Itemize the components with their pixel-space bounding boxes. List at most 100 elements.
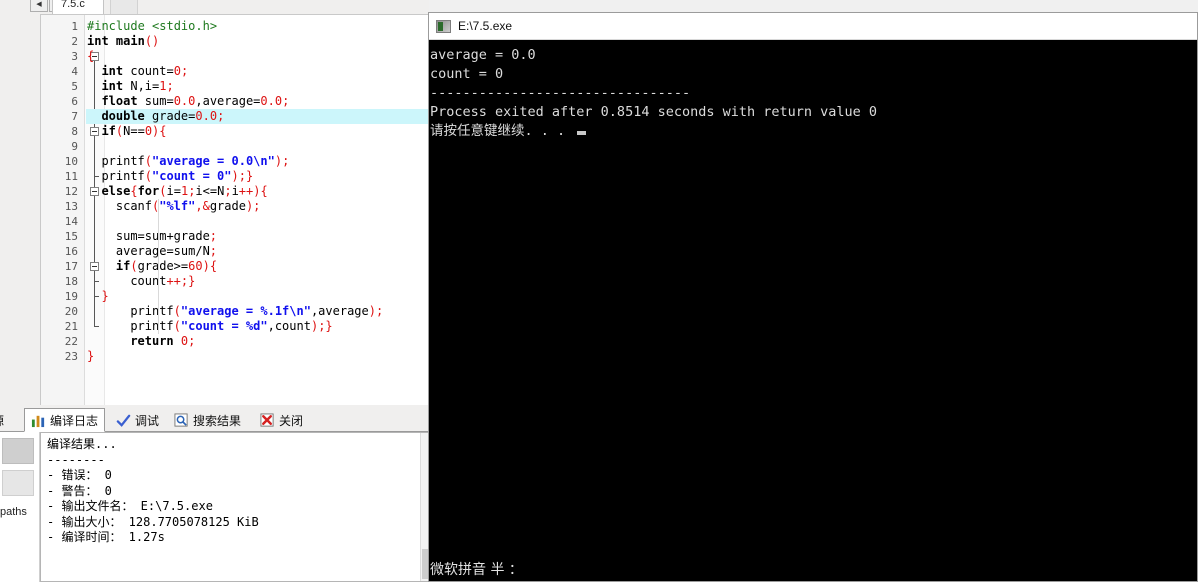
code-token: 0.0: [173, 94, 196, 108]
bottom-tab-0[interactable]: 源: [0, 408, 10, 432]
code-token: int: [87, 34, 109, 48]
code-line[interactable]: }: [101, 289, 108, 304]
code-token: "average = 0.0\n": [152, 154, 275, 168]
line-number: 15: [64, 230, 78, 243]
compile-log-text: 编译结果... -------- - 错误： 0 - 警告： 0 - 输出文件名…: [47, 437, 259, 544]
code-line[interactable]: {: [87, 49, 94, 64]
code-token: }: [87, 349, 95, 363]
line-number: 14: [64, 215, 78, 228]
line-number: 16: [64, 245, 78, 258]
code-line[interactable]: sum=sum+grade;: [116, 229, 217, 244]
bottom-tab-2[interactable]: 调试: [110, 408, 165, 432]
code-token: "count = %d": [180, 319, 268, 333]
code-line[interactable]: printf("count = 0");}: [101, 169, 253, 184]
console-window[interactable]: E:\7.5.exe average = 0.0 count = 0 -------…: [428, 12, 1198, 582]
editor-tab-7-5-c[interactable]: 7.5.c: [52, 0, 104, 14]
line-number: 1: [71, 20, 78, 33]
code-line[interactable]: printf("average = %.1f\n",average);: [130, 304, 383, 319]
console-line: count = 0: [430, 66, 504, 82]
bottom-panel-tabs[interactable]: 源 编译日志 调试 搜索结果 关闭: [0, 406, 429, 432]
line-number: 3: [71, 50, 78, 63]
ide-window: ◀ ▶ 7.5.c 123456789101112131415161718192…: [0, 0, 429, 582]
code-token: ;: [224, 184, 232, 198]
code-line[interactable]: }: [87, 349, 94, 364]
console-app-icon: [436, 19, 451, 33]
code-token: ,count: [267, 319, 311, 333]
code-token: );}: [310, 319, 333, 333]
code-editor[interactable]: 1 2 3 4 5 6 7 8 9 10 11 12 13 14 15 16 17 18 19 20 21 22 23 #i…: [40, 14, 429, 405]
code-line[interactable]: #include <stdio.h>: [87, 19, 217, 34]
code-line[interactable]: average=sum/N;: [116, 244, 217, 259]
line-number: 19: [64, 290, 78, 303]
code-token: "%lf": [159, 199, 196, 213]
code-token: (: [173, 319, 181, 333]
code-token: {: [130, 184, 138, 198]
stub-button-upper[interactable]: [2, 438, 34, 464]
code-token: grade=: [144, 109, 196, 123]
stub-button-lower[interactable]: [2, 470, 34, 496]
code-token: i<=N: [195, 184, 225, 198]
code-token: <stdio.h>: [152, 19, 218, 33]
code-line[interactable]: if(N==0){: [101, 124, 166, 139]
tab-nav-back-icon[interactable]: ◀: [30, 0, 48, 12]
code-token: i=: [166, 184, 181, 198]
code-line[interactable]: scanf("%lf",&grade);: [116, 199, 261, 214]
line-number: 5: [71, 80, 78, 93]
code-token: grade: [209, 199, 246, 213]
line-number: 13: [64, 200, 78, 213]
code-token: printf: [130, 304, 174, 318]
code-token: {: [87, 49, 95, 63]
code-line[interactable]: float sum=0.0,average=0.0;: [101, 94, 289, 109]
bottom-tab-label: 源: [0, 412, 4, 429]
line-number: 12: [64, 185, 78, 198]
code-line[interactable]: printf("count = %d",count);}: [130, 319, 332, 334]
line-number: 23: [64, 350, 78, 363]
code-token: count: [130, 274, 167, 288]
bottom-tab-3[interactable]: 搜索结果: [168, 408, 247, 432]
code-token: grade>=: [137, 259, 189, 273]
code-token: ++: [238, 184, 254, 198]
code-token: );: [368, 304, 384, 318]
code-token: 60: [188, 259, 203, 273]
code-line[interactable]: if(grade>=60){: [116, 259, 217, 274]
editor-tab-spare[interactable]: [110, 0, 138, 14]
code-token: N==: [123, 124, 145, 138]
code-token: double: [101, 109, 145, 123]
code-line[interactable]: count++;}: [130, 274, 195, 289]
code-token: ){: [202, 259, 218, 273]
code-token: (: [173, 304, 181, 318]
code-token: if: [115, 259, 131, 273]
console-output[interactable]: average = 0.0 count = 0 ------------------…: [429, 40, 1197, 581]
line-number: 10: [64, 155, 78, 168]
indent-guide: [157, 199, 159, 334]
code-token: ++;}: [166, 274, 196, 288]
code-line[interactable]: double grade=0.0;: [101, 109, 224, 124]
code-text-area[interactable]: #include <stdio.h> int main(){int count=0…: [86, 15, 429, 405]
console-line: --------------------------------: [430, 85, 691, 101]
code-line[interactable]: return 0;: [130, 334, 195, 349]
console-title-bar[interactable]: E:\7.5.exe: [429, 13, 1197, 40]
code-token: (: [130, 259, 138, 273]
code-token: scanf: [115, 199, 152, 213]
code-token: (): [144, 34, 160, 48]
console-title-text: E:\7.5.exe: [458, 19, 513, 33]
bottom-tab-1[interactable]: 编译日志: [24, 408, 106, 432]
compile-log-panel[interactable]: 编译结果... -------- - 错误： 0 - 警告： 0 - 输出文件名…: [40, 432, 429, 582]
code-token: 0: [144, 124, 153, 138]
console-prompt-line: 请按任意键继续. . .: [430, 122, 1197, 141]
close-red-icon: [260, 412, 275, 428]
screen: ◀ ▶ 7.5.c 123456789101112131415161718192…: [0, 0, 1198, 582]
code-line[interactable]: int N,i=1;: [101, 79, 173, 94]
code-line[interactable]: int main(): [87, 34, 159, 49]
code-token: return: [130, 334, 174, 348]
code-token: ,: [195, 199, 203, 213]
code-line[interactable]: else{for(i=1;i<=N;i++){: [101, 184, 267, 199]
bottom-tab-4[interactable]: 关闭: [254, 408, 309, 432]
code-token: );: [245, 199, 261, 213]
compile-log-icon: [31, 413, 46, 428]
code-line[interactable]: printf("average = 0.0\n");: [101, 154, 289, 169]
left-stub-panel-top: [0, 14, 40, 405]
left-stub-panel-bottom: paths: [0, 432, 40, 582]
code-line[interactable]: int count=0;: [101, 64, 188, 79]
